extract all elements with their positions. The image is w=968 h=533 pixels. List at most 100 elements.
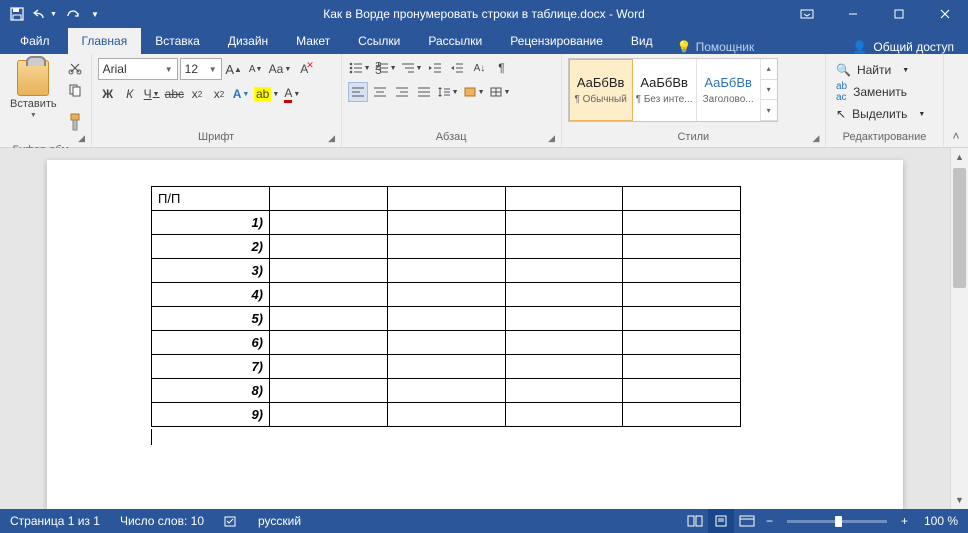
style-item-1[interactable]: АаБбВв¶ Без инте...	[633, 59, 697, 121]
table-cell[interactable]	[270, 403, 388, 427]
shading-button[interactable]: ▼	[462, 82, 486, 102]
collapse-ribbon-button[interactable]: ˄	[944, 54, 968, 147]
zoom-level[interactable]: 100 %	[914, 509, 968, 533]
maximize-button[interactable]	[876, 0, 922, 28]
zoom-slider[interactable]	[787, 520, 887, 523]
line-spacing-button[interactable]: ▼	[436, 82, 460, 102]
table-cell[interactable]	[505, 259, 623, 283]
align-center-button[interactable]	[370, 82, 390, 102]
grow-font-button[interactable]: A▲	[224, 59, 244, 79]
table-cell[interactable]	[270, 211, 388, 235]
table-row[interactable]: 2)	[152, 235, 741, 259]
tab-mailings[interactable]: Рассылки	[414, 28, 496, 54]
table-cell[interactable]	[387, 379, 505, 403]
table-cell[interactable]	[505, 307, 623, 331]
table-cell[interactable]: 5)	[152, 307, 270, 331]
qat-customize[interactable]: ▼	[88, 2, 102, 26]
vertical-scrollbar[interactable]: ▲ ▼	[950, 148, 968, 509]
italic-button[interactable]: К	[120, 84, 140, 104]
table-cell[interactable]	[387, 307, 505, 331]
table-row[interactable]: П/П	[152, 187, 741, 211]
table-row[interactable]: 6)	[152, 331, 741, 355]
table-row[interactable]: 8)	[152, 379, 741, 403]
table-cell[interactable]: 9)	[152, 403, 270, 427]
font-name-select[interactable]: Arial▼	[98, 58, 178, 80]
align-right-button[interactable]	[392, 82, 412, 102]
tab-references[interactable]: Ссылки	[344, 28, 414, 54]
zoom-in-button[interactable]: +	[895, 509, 914, 533]
table-cell[interactable]: П/П	[152, 187, 270, 211]
table-cell[interactable]	[387, 259, 505, 283]
find-button[interactable]: 🔍Найти▼	[832, 60, 929, 80]
close-button[interactable]	[922, 0, 968, 28]
table-row[interactable]: 9)	[152, 403, 741, 427]
show-marks-button[interactable]: ¶	[491, 58, 511, 78]
table-cell[interactable]	[505, 355, 623, 379]
document-table[interactable]: П/П1)2)3)4)5)6)7)8)9)	[151, 186, 741, 427]
web-layout-button[interactable]	[734, 509, 760, 533]
font-dialog-launcher[interactable]: ◢	[325, 131, 339, 145]
table-cell[interactable]: 2)	[152, 235, 270, 259]
table-cell[interactable]	[623, 331, 741, 355]
table-cell[interactable]	[387, 235, 505, 259]
read-mode-button[interactable]	[682, 509, 708, 533]
table-cell[interactable]	[270, 259, 388, 283]
scroll-up-button[interactable]: ▲	[951, 148, 968, 166]
minimize-button[interactable]	[830, 0, 876, 28]
text-effects-button[interactable]: A▼	[231, 84, 251, 104]
table-cell[interactable]	[270, 331, 388, 355]
styles-gallery-more[interactable]: ▴▾▾	[761, 59, 777, 121]
share-button[interactable]: 👤Общий доступ	[838, 40, 968, 54]
word-count[interactable]: Число слов: 10	[110, 509, 214, 533]
superscript-button[interactable]: x2	[209, 84, 229, 104]
shrink-font-button[interactable]: A▼	[246, 59, 266, 79]
strikethrough-button[interactable]: abc	[164, 84, 185, 104]
tab-insert[interactable]: Вставка	[141, 28, 214, 54]
language-button[interactable]: русский	[248, 509, 311, 533]
table-cell[interactable]	[505, 283, 623, 307]
table-cell[interactable]: 8)	[152, 379, 270, 403]
table-cell[interactable]	[387, 403, 505, 427]
highlight-button[interactable]: ab▼	[253, 84, 280, 104]
table-cell[interactable]	[623, 355, 741, 379]
table-cell[interactable]	[623, 307, 741, 331]
table-cell[interactable]	[387, 283, 505, 307]
table-cell[interactable]	[505, 187, 623, 211]
table-cell[interactable]	[505, 235, 623, 259]
paragraph-dialog-launcher[interactable]: ◢	[545, 131, 559, 145]
table-cell[interactable]: 7)	[152, 355, 270, 379]
styles-dialog-launcher[interactable]: ◢	[809, 131, 823, 145]
undo-button[interactable]: ▼	[32, 2, 58, 26]
table-cell[interactable]	[387, 355, 505, 379]
decrease-indent-button[interactable]	[425, 58, 445, 78]
increase-indent-button[interactable]	[447, 58, 467, 78]
table-cell[interactable]	[270, 307, 388, 331]
tell-me[interactable]: 💡Помощник	[667, 40, 765, 54]
multilevel-list-button[interactable]: ▼	[400, 58, 424, 78]
table-cell[interactable]	[387, 331, 505, 355]
select-button[interactable]: ↖Выделить▼	[832, 104, 929, 124]
borders-button[interactable]: ▼	[488, 82, 512, 102]
tab-view[interactable]: Вид	[617, 28, 667, 54]
tab-review[interactable]: Рецензирование	[496, 28, 617, 54]
table-cell[interactable]	[623, 379, 741, 403]
style-item-0[interactable]: АаБбВв¶ Обычный	[569, 59, 633, 121]
styles-gallery[interactable]: АаБбВв¶ ОбычныйАаБбВв¶ Без инте...АаБбВв…	[568, 58, 778, 122]
table-cell[interactable]	[505, 403, 623, 427]
redo-button[interactable]	[60, 2, 86, 26]
table-cell[interactable]	[270, 379, 388, 403]
underline-button[interactable]: Ч▼	[142, 84, 162, 104]
tab-home[interactable]: Главная	[68, 28, 142, 54]
table-cell[interactable]	[623, 283, 741, 307]
print-layout-button[interactable]	[708, 509, 734, 533]
save-button[interactable]	[4, 2, 30, 26]
table-cell[interactable]: 3)	[152, 259, 270, 283]
table-cell[interactable]	[505, 211, 623, 235]
table-cell[interactable]	[270, 355, 388, 379]
tab-layout[interactable]: Макет	[282, 28, 344, 54]
tab-design[interactable]: Дизайн	[214, 28, 282, 54]
change-case-button[interactable]: Aa▼	[268, 59, 293, 79]
font-color-button[interactable]: A▼	[282, 84, 302, 104]
proofing-button[interactable]	[214, 509, 248, 533]
table-cell[interactable]	[270, 283, 388, 307]
